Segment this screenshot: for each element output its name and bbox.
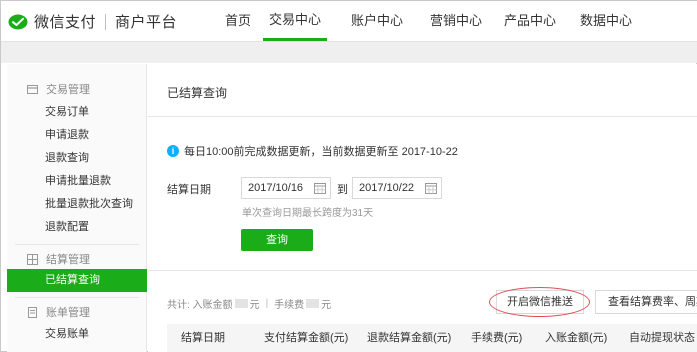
section-divider	[148, 270, 697, 271]
brand-name: 微信支付	[34, 14, 97, 31]
nav-data-center[interactable]: 数据中心	[578, 1, 634, 41]
masked-amount	[234, 299, 248, 308]
query-button[interactable]: 查询	[241, 229, 313, 251]
amount-unit: 元	[249, 300, 260, 311]
fee-unit: 元	[321, 300, 332, 311]
page-title: 已结算查询	[167, 86, 228, 100]
column-header: 入账金额(元)	[545, 332, 608, 344]
sidebar-group-label: 账单管理	[46, 307, 90, 319]
sidebar-group-settlement[interactable]: 结算管理	[7, 247, 147, 271]
table-header: 结算日期 支付结算金额(元) 退款结算金额(元) 手续费(元) 入账金额(元) …	[167, 324, 697, 352]
start-date-value: 2017/10/16	[248, 182, 304, 194]
grid-icon	[27, 253, 38, 265]
nav-account-center[interactable]: 账户中心	[349, 1, 405, 41]
nav-trade-center[interactable]: 交易中心	[263, 1, 327, 41]
column-header: 手续费(元)	[471, 332, 523, 344]
info-icon: i	[167, 145, 179, 157]
notice-text: 每日10:00前完成数据更新，当前数据更新至 2017-10-22	[184, 146, 458, 158]
sidebar: 交易管理 交易订单 申请退款 退款查询 申请批量退款 批量退款批次查询 退款配置…	[7, 64, 147, 352]
card-icon	[27, 84, 38, 94]
sidebar-item-refund-query[interactable]: 退款查询	[7, 147, 147, 170]
sidebar-item-settled-query[interactable]: 已结算查询	[7, 269, 147, 292]
sidebar-item-trade-orders[interactable]: 交易订单	[7, 101, 147, 124]
nav-marketing-center[interactable]: 营销中心	[428, 1, 484, 41]
header-strip	[1, 41, 697, 63]
to-label: 到	[337, 184, 348, 196]
update-notice: i 每日10:00前完成数据更新，当前数据更新至 2017-10-22	[167, 143, 458, 159]
sidebar-group-label: 结算管理	[46, 254, 90, 266]
document-icon	[28, 306, 37, 318]
top-bar: 微信支付 商户平台 首页 交易中心 账户中心 营销中心 产品中心 数据中心	[1, 1, 697, 41]
column-header: 结算日期	[181, 332, 225, 344]
fee-label: 手续费	[274, 300, 305, 311]
column-header: 支付结算金额(元)	[264, 332, 349, 344]
calendar-icon[interactable]	[425, 182, 437, 194]
wechat-pay-logo-icon	[8, 14, 28, 29]
masked-fee	[306, 299, 320, 308]
sidebar-item-batch-refund[interactable]: 申请批量退款	[7, 170, 147, 193]
main-content: 已结算查询 i 每日10:00前完成数据更新，当前数据更新至 2017-10-2…	[148, 64, 697, 352]
date-label: 结算日期	[167, 184, 211, 196]
summary-totals: 共计: 入账金额 元 | 手续费 元	[167, 296, 331, 311]
date-range-hint: 单次查询日期最长跨度为31天	[242, 208, 374, 219]
title-divider	[148, 116, 697, 117]
logo[interactable]: 微信支付 商户平台	[8, 11, 177, 32]
end-date-value: 2017/10/22	[359, 182, 415, 194]
sidebar-item-apply-refund[interactable]: 申请退款	[7, 124, 147, 147]
platform-name: 商户平台	[115, 14, 178, 31]
column-header: 自动提现状态	[629, 332, 695, 344]
start-date-input[interactable]: 2017/10/16	[241, 177, 331, 199]
sidebar-group-billing[interactable]: 账单管理	[7, 300, 147, 324]
sidebar-group-label: 交易管理	[46, 84, 90, 96]
column-header: 退款结算金额(元)	[367, 332, 452, 344]
brand-divider	[105, 13, 107, 30]
enable-wechat-push-button[interactable]: 开启微信推送	[496, 290, 584, 314]
view-rate-cycle-button[interactable]: 查看结算费率、周期	[595, 290, 697, 314]
sidebar-group-trade[interactable]: 交易管理	[7, 77, 147, 101]
summary-total-label: 共计: 入账金额	[167, 300, 233, 311]
sidebar-item-refund-config[interactable]: 退款配置	[7, 216, 147, 239]
sidebar-item-trade-bill[interactable]: 交易账单	[7, 323, 147, 346]
sidebar-item-batch-refund-query[interactable]: 批量退款批次查询	[7, 193, 147, 216]
end-date-input[interactable]: 2017/10/22	[352, 177, 442, 199]
sidebar-divider	[15, 244, 139, 245]
nav-home[interactable]: 首页	[223, 1, 253, 41]
sidebar-divider	[15, 297, 139, 298]
summary-separator: |	[265, 298, 269, 309]
calendar-icon[interactable]	[314, 182, 326, 194]
nav-product-center[interactable]: 产品中心	[502, 1, 558, 41]
